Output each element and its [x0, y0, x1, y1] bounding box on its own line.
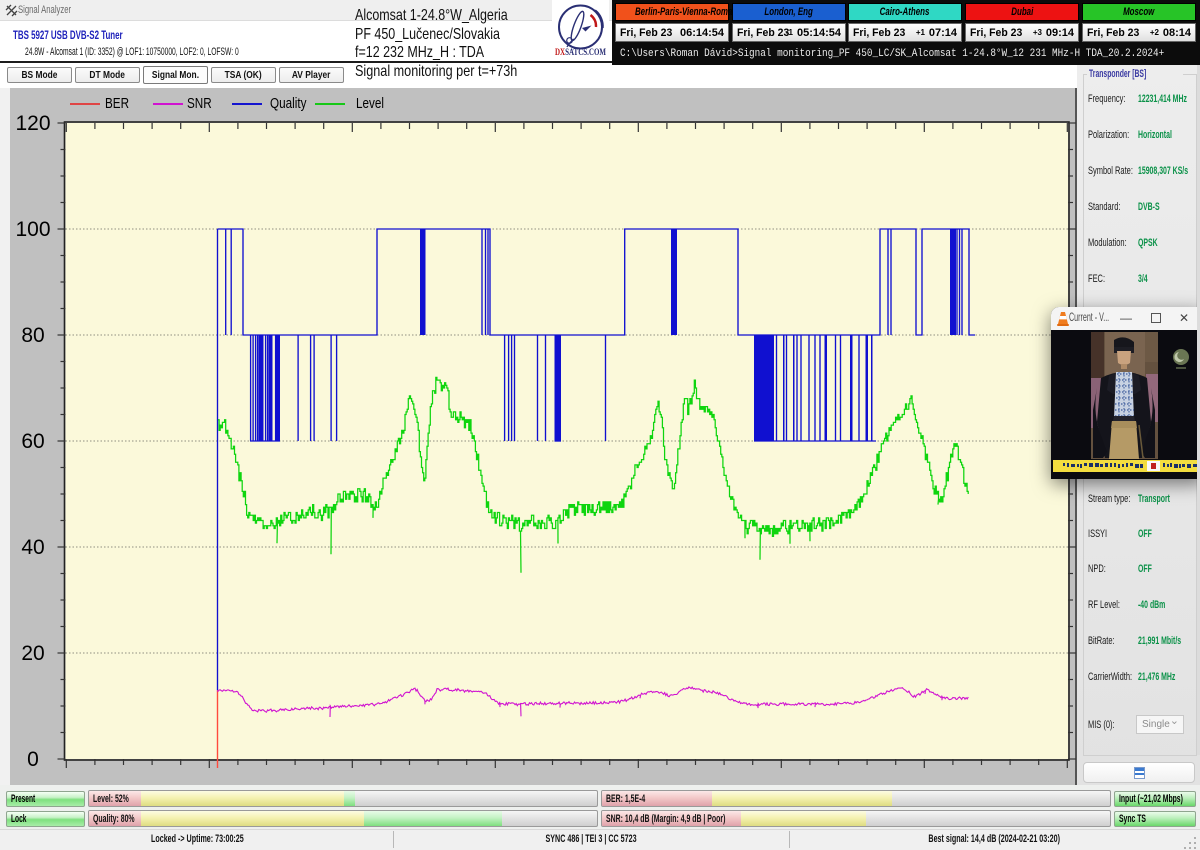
- svg-text:0: 0: [27, 748, 39, 771]
- svg-text:80: 80: [21, 324, 44, 347]
- svg-text:60: 60: [21, 430, 44, 453]
- svg-text:40: 40: [21, 536, 44, 559]
- svg-text:20: 20: [21, 642, 44, 665]
- svg-text:120: 120: [15, 112, 50, 135]
- svg-text:100: 100: [15, 218, 50, 241]
